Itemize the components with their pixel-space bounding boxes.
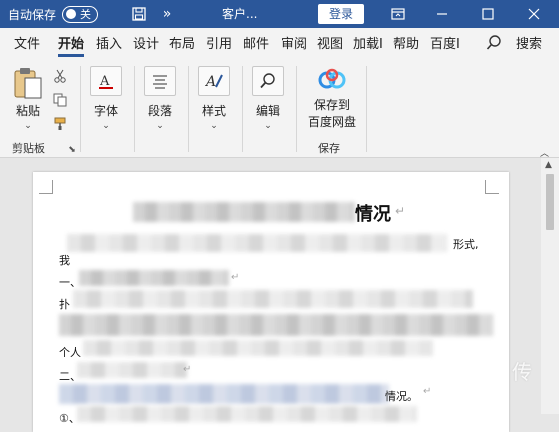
paste-button[interactable]: 粘贴 ⌄ [10, 66, 46, 131]
chevron-down-icon: ⌄ [102, 121, 110, 131]
group-divider [366, 66, 367, 152]
group-divider [188, 66, 189, 152]
text-snippet: 我 [59, 254, 70, 267]
paragraph-mark: ↵ [183, 364, 192, 375]
redacted-text [77, 406, 417, 422]
maximize-icon[interactable] [468, 0, 508, 28]
svg-text:A: A [204, 74, 216, 90]
document-page[interactable]: 情况 ↵ 形式, 我 一、 ↵ 扑 个人 二、 ↵ 情况。 ↵ ①、 [33, 172, 509, 432]
chevron-down-icon: ⌄ [210, 121, 218, 131]
paragraph-icon [144, 66, 176, 96]
save-group-label: 保存 [318, 142, 340, 155]
text-snippet: 扑 [59, 298, 70, 311]
login-button[interactable]: 登录 [318, 4, 364, 24]
search-icon[interactable] [486, 34, 504, 54]
autosave-toggle[interactable]: 关 [62, 5, 99, 23]
text-snippet: 个人 [59, 346, 81, 359]
document-area[interactable]: 情况 ↵ 形式, 我 一、 ↵ 扑 个人 二、 ↵ 情况。 ↵ ①、 [0, 158, 559, 432]
cut-icon[interactable] [52, 68, 68, 84]
dialog-launcher-icon[interactable]: ⬊ [64, 142, 80, 158]
font-button[interactable]: A 字体 ⌄ [90, 66, 122, 131]
redacted-text [83, 340, 433, 356]
group-divider [242, 66, 243, 152]
chevron-down-icon: ⌄ [24, 121, 32, 131]
svg-text:A: A [99, 74, 110, 89]
paragraph-button[interactable]: 段落 ⌄ [144, 66, 176, 131]
tab-references[interactable]: 引用 [206, 28, 232, 60]
redacted-text [79, 270, 229, 286]
ribbon-display-icon[interactable] [378, 0, 418, 28]
baidu-cloud-icon [318, 68, 346, 89]
tab-layout[interactable]: 布局 [169, 28, 195, 60]
clipboard-icon [14, 68, 42, 99]
group-divider [134, 66, 135, 152]
editing-label: 编辑 [255, 104, 280, 118]
redacted-text [67, 234, 447, 252]
margin-corner [485, 180, 499, 194]
paragraph-mark: ↵ [423, 386, 432, 397]
tab-design[interactable]: 设计 [133, 28, 159, 60]
tab-help[interactable]: 帮助 [393, 28, 419, 60]
more-commands-icon[interactable]: » [158, 5, 176, 23]
text-snippet: 形式, [453, 238, 479, 251]
tab-insert[interactable]: 插入 [96, 28, 122, 60]
ribbon-tabs: 文件 开始 插入 设计 布局 引用 邮件 审阅 视图 加载I 帮助 百度Ⅰ 搜索 [0, 28, 559, 60]
paragraph-mark: ↵ [395, 204, 406, 218]
toggle-knob [66, 9, 77, 19]
search-label[interactable]: 搜索 [516, 28, 542, 60]
editing-button[interactable]: 编辑 ⌄ [252, 66, 284, 131]
text-snippet: 一、 [59, 276, 81, 289]
tab-view[interactable]: 视图 [317, 28, 343, 60]
tab-addins[interactable]: 加载I [353, 28, 383, 60]
save-icon[interactable] [130, 5, 148, 23]
redacted-heading [133, 202, 355, 222]
autosave-area: 自动保存 关 [8, 0, 99, 28]
font-icon: A [90, 66, 122, 96]
find-icon [252, 66, 284, 96]
paragraph-mark: ↵ [231, 272, 240, 283]
watermark-text: 传 [512, 360, 532, 384]
redacted-text [59, 384, 389, 404]
chevron-down-icon: ⌄ [156, 121, 164, 131]
redacted-text [59, 314, 493, 336]
styles-icon: A [198, 66, 230, 96]
group-divider [80, 66, 81, 152]
close-icon[interactable] [514, 0, 554, 28]
redacted-text [73, 290, 473, 308]
minimize-icon[interactable] [422, 0, 462, 28]
autosave-label: 自动保存 [8, 7, 57, 22]
document-heading: 情况 [355, 204, 391, 225]
copy-icon[interactable] [52, 92, 68, 108]
paragraph-label: 段落 [147, 104, 172, 118]
chevron-down-icon: ⌄ [264, 121, 272, 131]
font-label: 字体 [93, 104, 118, 118]
save-baidu-line2: 百度网盘 [307, 115, 356, 129]
tab-file[interactable]: 文件 [14, 28, 40, 60]
scroll-thumb[interactable] [546, 174, 554, 230]
group-divider [296, 66, 297, 152]
document-title: 客户... [222, 7, 258, 21]
paste-label: 粘贴 [15, 104, 40, 118]
tab-mailings[interactable]: 邮件 [243, 28, 269, 60]
tab-home[interactable]: 开始 [58, 28, 85, 60]
styles-button[interactable]: A 样式 ⌄ [198, 66, 230, 131]
vertical-scrollbar[interactable]: ▲ [541, 158, 559, 414]
scroll-up-icon[interactable]: ▲ [545, 160, 552, 170]
tab-baidu[interactable]: 百度Ⅰ [430, 28, 460, 60]
redacted-text [77, 362, 187, 378]
title-bar: 自动保存 关 » 客户... 登录 [0, 0, 559, 28]
clipboard-group-label: 剪贴板 [12, 142, 45, 155]
format-painter-icon[interactable] [52, 116, 68, 132]
tab-review[interactable]: 审阅 [281, 28, 307, 60]
save-baidu-line1: 保存到 [313, 98, 350, 112]
save-to-baidu-button[interactable]: 保存到 百度网盘 [304, 66, 360, 130]
autosave-state: 关 [80, 8, 92, 21]
margin-corner [39, 180, 53, 194]
ribbon-home: 粘贴 ⌄ 剪贴板 ⬊ A 字体 ⌄ 段落 ⌄ A 样式 ⌄ 编辑 ⌄ 保存到 百… [0, 60, 559, 159]
styles-label: 样式 [201, 104, 226, 118]
text-snippet: 情况。 [385, 390, 418, 403]
